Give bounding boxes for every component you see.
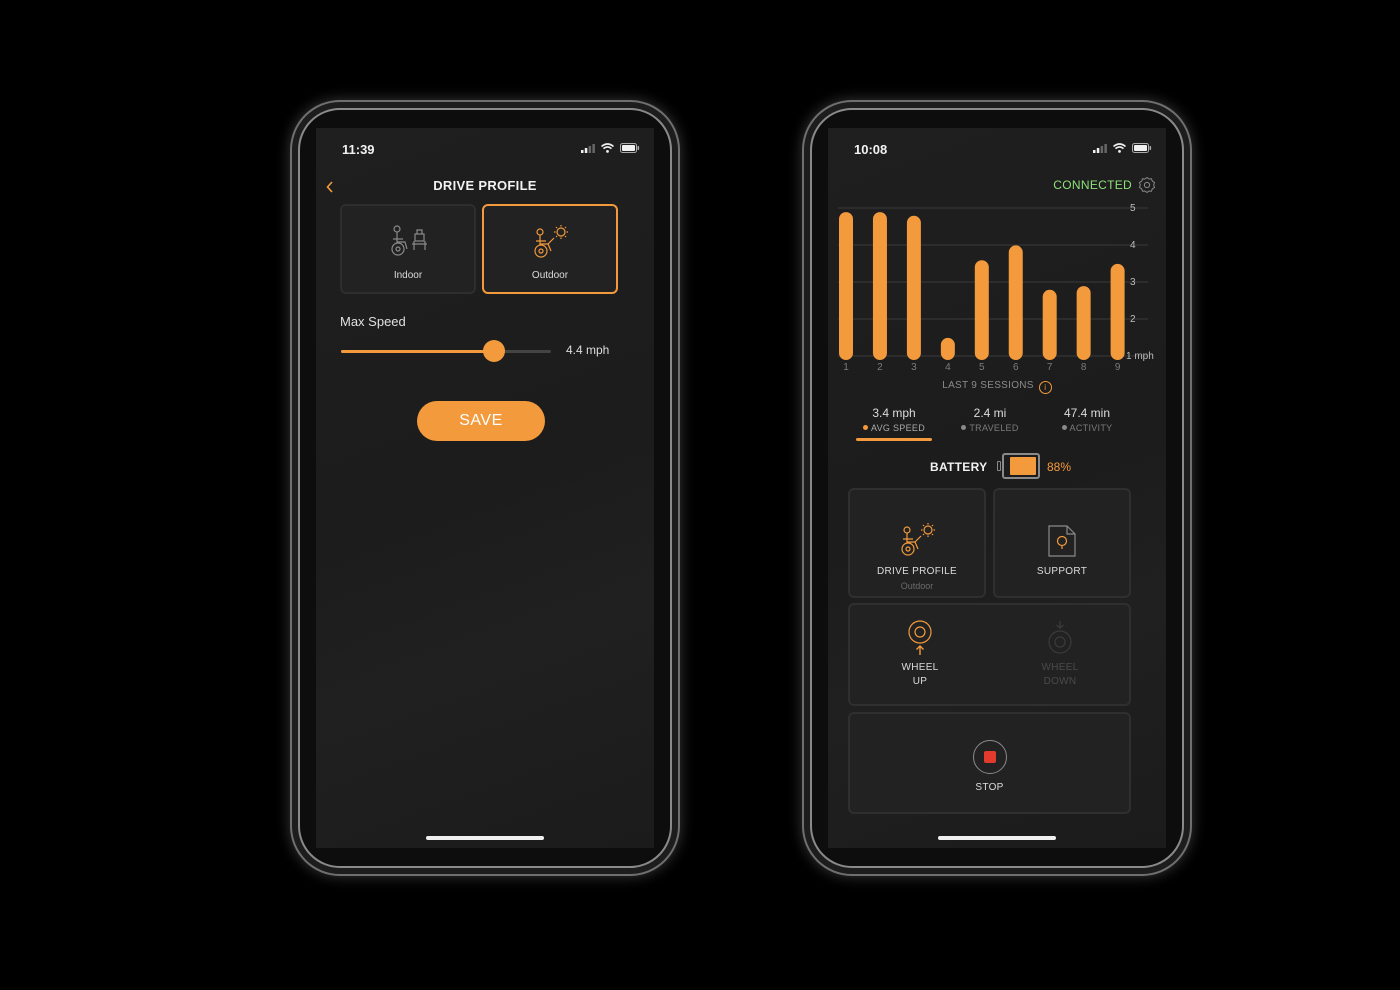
battery-tip [997,461,1001,471]
wheel-controls-tile: WHEEL UP WHEEL DOWN [848,603,1131,706]
wifi-icon [1113,143,1126,153]
wheel-up-button[interactable]: WHEEL UP [850,605,990,704]
drive-profile-tile[interactable]: DRIVE PROFILE Outdoor [848,488,986,598]
phone-frame-drive-profile: 11:39 DRIVE PROFILE Indoor Outdoor Max S… [298,108,672,868]
stat-value: 2.4 mi [973,406,1007,420]
x-tick-label: 9 [1115,362,1121,373]
stat-label: TRAVELED [940,423,1040,433]
home-indicator[interactable] [938,836,1056,840]
dot-icon [1061,425,1067,430]
stop-tile[interactable]: STOP [848,712,1131,814]
x-tick-label: 4 [945,362,951,373]
battery-percent: 88% [1047,460,1072,474]
stat-traveled[interactable]: 2.4 mi TRAVELED [940,406,1040,433]
tile-label: WHEEL [901,662,939,673]
status-icons [1093,143,1152,153]
wheel-up-icon [908,620,932,655]
y-tick-label: 4 [1130,240,1136,251]
tile-sublabel: Outdoor [900,581,934,591]
sessions-chart: 1 mph 2 3 4 5 1 2 3 4 5 6 7 8 9 [838,203,1154,373]
slider-thumb[interactable] [483,340,506,362]
phone-frame-dashboard: 10:08 CONNECTED 1 mph 2 3 4 5 1 2 3 4 5 6 7 8 [810,108,1184,868]
settings-button[interactable] [1138,176,1156,199]
stat-value: 47.4 min [1063,406,1111,420]
gear-icon [1138,176,1156,194]
max-speed-slider[interactable] [341,340,551,362]
wheelchair-indoor-icon [391,225,427,256]
battery-level-fill [1009,457,1036,475]
stat-value: 3.4 mph [872,406,916,420]
y-tick-label: 2 [1130,314,1136,325]
support-tile[interactable]: SUPPORT [993,488,1131,598]
x-tick-label: 2 [877,362,883,373]
tile-label: WHEEL [1041,662,1079,673]
document-icon [1048,525,1076,557]
battery-status-icon [620,143,640,153]
battery-label: BATTERY [930,460,988,474]
battery-status-icon [1132,143,1152,153]
stat-label: ACTIVITY [1037,423,1137,433]
wheelchair-outdoor-icon [534,225,568,258]
stop-square-icon [983,751,996,763]
wheelchair-outdoor-icon [901,523,935,556]
battery-icon [1002,453,1040,479]
profile-card-indoor[interactable]: Indoor [340,204,476,294]
max-speed-value: 4.4 mph [566,343,610,357]
sessions-label: LAST 9 SESSIONS i [828,380,1166,394]
wheel-down-button[interactable]: WHEEL DOWN [990,605,1130,704]
y-tick-label: 5 [1130,203,1136,214]
y-tick-label: 1 mph [1126,351,1154,362]
profile-label-outdoor: Outdoor [531,270,569,281]
stat-avg-speed[interactable]: 3.4 mph AVG SPEED [844,406,944,441]
active-underline [856,438,932,441]
tile-label: STOP [975,782,1004,793]
x-tick-label: 5 [979,362,985,373]
status-time: 11:39 [342,142,375,157]
save-button[interactable]: SAVE [417,401,545,441]
wifi-icon [601,143,614,153]
page-title: DRIVE PROFILE [433,178,537,193]
drive-profile-screen: 11:39 DRIVE PROFILE Indoor Outdoor Max S… [316,128,654,848]
stop-icon [972,740,1007,774]
stat-label: AVG SPEED [844,423,944,433]
tile-label: SUPPORT [1036,566,1088,577]
home-indicator[interactable] [426,836,544,840]
status-icons [581,143,640,153]
dot-icon [862,425,868,430]
dot-icon [961,425,967,430]
stat-label-text: AVG SPEED [870,423,926,433]
y-tick-label: 3 [1130,277,1136,288]
profile-card-outdoor[interactable]: Outdoor [482,204,618,294]
dashboard-screen: 10:08 CONNECTED 1 mph 2 3 4 5 1 2 3 4 5 6 7 8 [828,128,1166,848]
profile-label-indoor: Indoor [393,270,423,281]
sessions-label-text: LAST 9 SESSIONS [942,380,1034,391]
x-tick-label: 3 [911,362,917,373]
status-time: 10:08 [854,142,888,157]
x-tick-label: 6 [1013,362,1019,373]
tile-label-line2: DOWN [1043,676,1077,687]
stat-label-text: ACTIVITY [1069,423,1113,433]
signal-icon [581,143,595,153]
max-speed-label: Max Speed [340,314,406,329]
signal-icon [1093,143,1107,153]
tile-label: DRIVE PROFILE [876,566,958,577]
stat-activity[interactable]: 47.4 min ACTIVITY [1037,406,1137,433]
info-icon[interactable]: i [1038,381,1052,394]
stat-label-text: TRAVELED [969,423,1019,433]
x-tick-label: 7 [1047,362,1053,373]
x-tick-label: 1 [843,362,849,373]
slider-fill [341,350,495,353]
wheel-down-icon [1048,621,1072,654]
x-tick-label: 8 [1081,362,1087,373]
connection-status: CONNECTED [1053,178,1132,192]
tile-label-line2: UP [912,676,928,687]
